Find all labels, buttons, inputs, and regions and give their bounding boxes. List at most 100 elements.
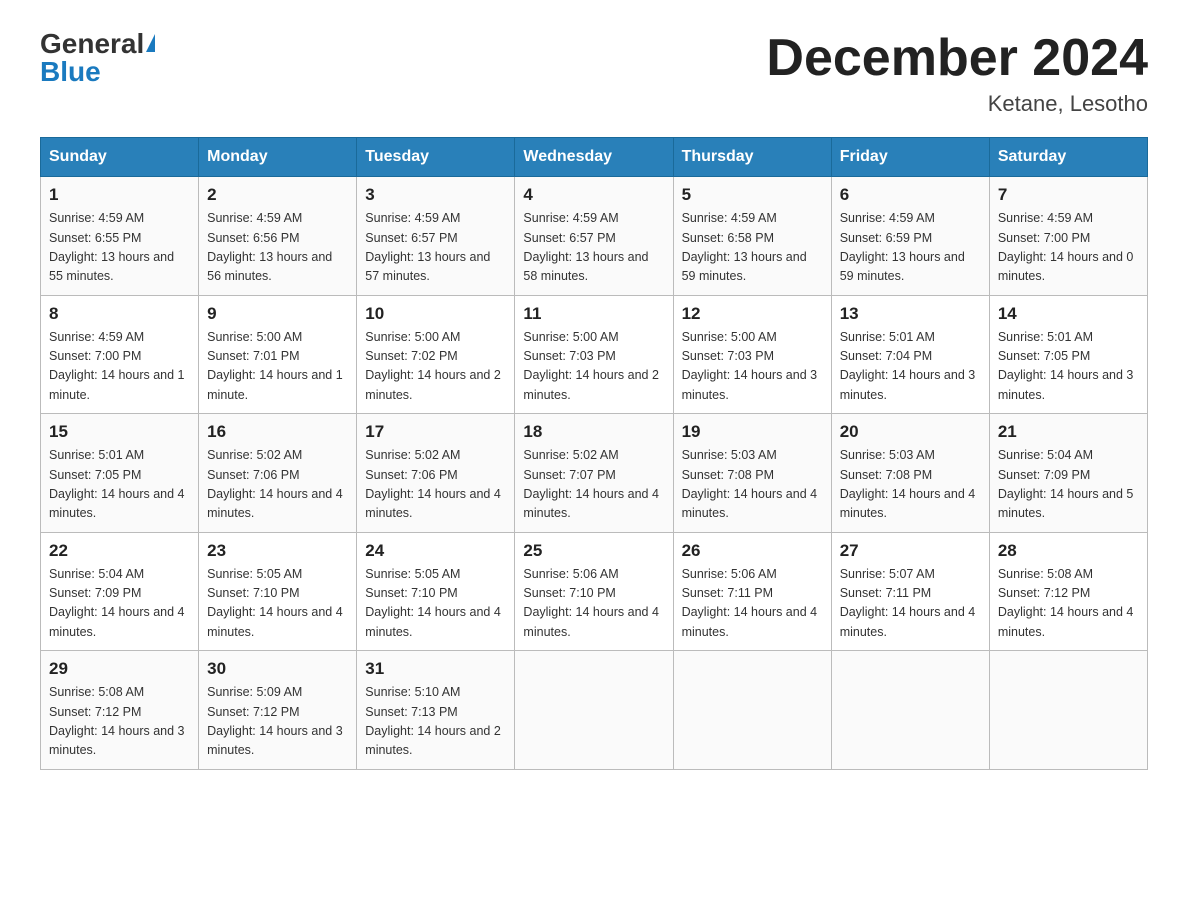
calendar-cell: 21 Sunrise: 5:04 AMSunset: 7:09 PMDayligh… — [989, 414, 1147, 533]
calendar-cell: 11 Sunrise: 5:00 AMSunset: 7:03 PMDayligh… — [515, 295, 673, 414]
title-area: December 2024 Ketane, Lesotho — [766, 30, 1148, 117]
day-header-thursday: Thursday — [673, 138, 831, 177]
calendar-cell: 12 Sunrise: 5:00 AMSunset: 7:03 PMDayligh… — [673, 295, 831, 414]
day-info: Sunrise: 5:05 AMSunset: 7:10 PMDaylight:… — [207, 565, 348, 643]
calendar-cell: 17 Sunrise: 5:02 AMSunset: 7:06 PMDayligh… — [357, 414, 515, 533]
day-info: Sunrise: 5:00 AMSunset: 7:03 PMDaylight:… — [523, 328, 664, 406]
day-number: 15 — [49, 422, 190, 442]
day-info: Sunrise: 5:00 AMSunset: 7:02 PMDaylight:… — [365, 328, 506, 406]
day-info: Sunrise: 5:02 AMSunset: 7:06 PMDaylight:… — [365, 446, 506, 524]
calendar-cell: 13Sunrise: 5:01 AMSunset: 7:04 PMDayligh… — [831, 295, 989, 414]
calendar-cell: 24 Sunrise: 5:05 AMSunset: 7:10 PMDayligh… — [357, 532, 515, 651]
day-number: 26 — [682, 541, 823, 561]
day-info: Sunrise: 4:59 AMSunset: 6:56 PMDaylight:… — [207, 209, 348, 287]
day-number: 13 — [840, 304, 981, 324]
day-info: Sunrise: 5:01 AMSunset: 7:05 PMDaylight:… — [49, 446, 190, 524]
day-number: 12 — [682, 304, 823, 324]
day-info: Sunrise: 5:03 AMSunset: 7:08 PMDaylight:… — [682, 446, 823, 524]
day-info: Sunrise: 4:59 AMSunset: 6:58 PMDaylight:… — [682, 209, 823, 287]
calendar-cell: 6Sunrise: 4:59 AMSunset: 6:59 PMDaylight… — [831, 177, 989, 296]
calendar-cell: 10 Sunrise: 5:00 AMSunset: 7:02 PMDayligh… — [357, 295, 515, 414]
days-header-row: SundayMondayTuesdayWednesdayThursdayFrid… — [41, 138, 1148, 177]
day-info: Sunrise: 5:02 AMSunset: 7:06 PMDaylight:… — [207, 446, 348, 524]
calendar-cell: 31 Sunrise: 5:10 AMSunset: 7:13 PMDayligh… — [357, 651, 515, 770]
day-number: 31 — [365, 659, 506, 679]
day-number: 25 — [523, 541, 664, 561]
calendar-cell: 19 Sunrise: 5:03 AMSunset: 7:08 PMDayligh… — [673, 414, 831, 533]
day-number: 18 — [523, 422, 664, 442]
day-info: Sunrise: 5:04 AMSunset: 7:09 PMDaylight:… — [998, 446, 1139, 524]
calendar-cell: 16 Sunrise: 5:02 AMSunset: 7:06 PMDayligh… — [199, 414, 357, 533]
calendar-cell — [673, 651, 831, 770]
day-number: 11 — [523, 304, 664, 324]
day-number: 14 — [998, 304, 1139, 324]
day-info: Sunrise: 5:02 AMSunset: 7:07 PMDaylight:… — [523, 446, 664, 524]
calendar-cell: 23 Sunrise: 5:05 AMSunset: 7:10 PMDayligh… — [199, 532, 357, 651]
day-number: 17 — [365, 422, 506, 442]
calendar-cell: 22Sunrise: 5:04 AMSunset: 7:09 PMDayligh… — [41, 532, 199, 651]
week-row-1: 1Sunrise: 4:59 AMSunset: 6:55 PMDaylight… — [41, 177, 1148, 296]
day-info: Sunrise: 5:08 AMSunset: 7:12 PMDaylight:… — [998, 565, 1139, 643]
calendar-cell: 20Sunrise: 5:03 AMSunset: 7:08 PMDayligh… — [831, 414, 989, 533]
day-info: Sunrise: 4:59 AMSunset: 6:57 PMDaylight:… — [365, 209, 506, 287]
day-header-tuesday: Tuesday — [357, 138, 515, 177]
day-info: Sunrise: 5:06 AMSunset: 7:10 PMDaylight:… — [523, 565, 664, 643]
logo-blue-text: Blue — [40, 58, 101, 86]
day-header-friday: Friday — [831, 138, 989, 177]
week-row-5: 29Sunrise: 5:08 AMSunset: 7:12 PMDayligh… — [41, 651, 1148, 770]
day-number: 23 — [207, 541, 348, 561]
calendar-cell: 1Sunrise: 4:59 AMSunset: 6:55 PMDaylight… — [41, 177, 199, 296]
day-number: 30 — [207, 659, 348, 679]
day-header-monday: Monday — [199, 138, 357, 177]
calendar-cell — [515, 651, 673, 770]
logo-general-text: General — [40, 30, 144, 58]
day-info: Sunrise: 4:59 AMSunset: 7:00 PMDaylight:… — [998, 209, 1139, 287]
day-number: 4 — [523, 185, 664, 205]
calendar-cell: 29Sunrise: 5:08 AMSunset: 7:12 PMDayligh… — [41, 651, 199, 770]
calendar-cell: 3 Sunrise: 4:59 AMSunset: 6:57 PMDaylight… — [357, 177, 515, 296]
day-info: Sunrise: 5:00 AMSunset: 7:01 PMDaylight:… — [207, 328, 348, 406]
calendar-cell: 14 Sunrise: 5:01 AMSunset: 7:05 PMDayligh… — [989, 295, 1147, 414]
day-number: 19 — [682, 422, 823, 442]
calendar-cell: 26Sunrise: 5:06 AMSunset: 7:11 PMDayligh… — [673, 532, 831, 651]
day-number: 9 — [207, 304, 348, 324]
week-row-4: 22Sunrise: 5:04 AMSunset: 7:09 PMDayligh… — [41, 532, 1148, 651]
day-number: 24 — [365, 541, 506, 561]
calendar-cell: 4 Sunrise: 4:59 AMSunset: 6:57 PMDaylight… — [515, 177, 673, 296]
day-info: Sunrise: 5:00 AMSunset: 7:03 PMDaylight:… — [682, 328, 823, 406]
week-row-2: 8Sunrise: 4:59 AMSunset: 7:00 PMDaylight… — [41, 295, 1148, 414]
day-info: Sunrise: 5:05 AMSunset: 7:10 PMDaylight:… — [365, 565, 506, 643]
day-number: 5 — [682, 185, 823, 205]
calendar-table: SundayMondayTuesdayWednesdayThursdayFrid… — [40, 137, 1148, 770]
day-number: 21 — [998, 422, 1139, 442]
calendar-cell: 2 Sunrise: 4:59 AMSunset: 6:56 PMDaylight… — [199, 177, 357, 296]
day-number: 3 — [365, 185, 506, 205]
day-number: 16 — [207, 422, 348, 442]
logo: General Blue — [40, 30, 155, 86]
month-title: December 2024 — [766, 30, 1148, 87]
day-number: 27 — [840, 541, 981, 561]
calendar-cell: 5 Sunrise: 4:59 AMSunset: 6:58 PMDaylight… — [673, 177, 831, 296]
day-number: 10 — [365, 304, 506, 324]
day-number: 7 — [998, 185, 1139, 205]
header: General Blue December 2024 Ketane, Lesot… — [40, 30, 1148, 117]
calendar-cell: 7 Sunrise: 4:59 AMSunset: 7:00 PMDaylight… — [989, 177, 1147, 296]
day-info: Sunrise: 5:10 AMSunset: 7:13 PMDaylight:… — [365, 683, 506, 761]
day-info: Sunrise: 5:09 AMSunset: 7:12 PMDaylight:… — [207, 683, 348, 761]
day-number: 22 — [49, 541, 190, 561]
day-info: Sunrise: 5:07 AMSunset: 7:11 PMDaylight:… — [840, 565, 981, 643]
calendar-cell — [989, 651, 1147, 770]
day-header-wednesday: Wednesday — [515, 138, 673, 177]
day-info: Sunrise: 4:59 AMSunset: 6:55 PMDaylight:… — [49, 209, 190, 287]
day-info: Sunrise: 5:01 AMSunset: 7:05 PMDaylight:… — [998, 328, 1139, 406]
calendar-cell — [831, 651, 989, 770]
day-info: Sunrise: 4:59 AMSunset: 7:00 PMDaylight:… — [49, 328, 190, 406]
calendar-cell: 27 Sunrise: 5:07 AMSunset: 7:11 PMDayligh… — [831, 532, 989, 651]
week-row-3: 15 Sunrise: 5:01 AMSunset: 7:05 PMDayligh… — [41, 414, 1148, 533]
day-info: Sunrise: 4:59 AMSunset: 6:57 PMDaylight:… — [523, 209, 664, 287]
day-number: 2 — [207, 185, 348, 205]
location: Ketane, Lesotho — [766, 91, 1148, 117]
calendar-cell: 8Sunrise: 4:59 AMSunset: 7:00 PMDaylight… — [41, 295, 199, 414]
calendar-cell: 28Sunrise: 5:08 AMSunset: 7:12 PMDayligh… — [989, 532, 1147, 651]
day-info: Sunrise: 4:59 AMSunset: 6:59 PMDaylight:… — [840, 209, 981, 287]
